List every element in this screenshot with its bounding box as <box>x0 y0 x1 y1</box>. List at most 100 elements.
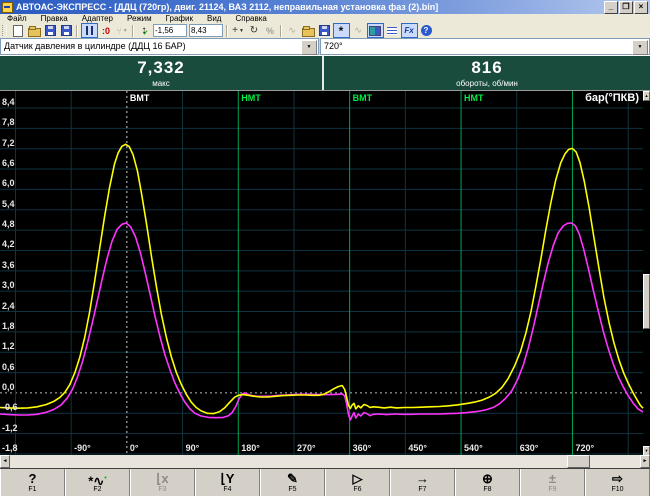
function-key-bar: ?F1*∿•F2⌊xF3⌊YF4✎F5▷F6→F7⊕F8±F9⇨F10 <box>0 468 650 496</box>
fkey-label: F7 <box>418 486 426 494</box>
y-tick-label: 4,2 <box>2 239 15 249</box>
chevron-down-icon[interactable]: ▼ <box>632 40 648 55</box>
save-file-button[interactable] <box>43 24 58 37</box>
save-graph-button[interactable] <box>317 24 332 37</box>
x-tick-label: 270° <box>297 443 316 453</box>
scroll-left-icon[interactable]: ◄ <box>0 455 10 468</box>
chart-horizontal-scrollbar[interactable]: ◄ ► <box>0 455 650 468</box>
percent-button[interactable]: % <box>263 24 278 37</box>
zero-icon: :0 <box>102 26 110 36</box>
f-probe-icon: ✎ <box>287 471 298 486</box>
vscroll-thumb[interactable] <box>643 274 650 329</box>
y-tick-label: 5,4 <box>2 199 15 209</box>
fkey-label: F8 <box>483 486 491 494</box>
y-tick-label: 8,4 <box>2 97 15 107</box>
scroll-up-icon[interactable]: ▲ <box>643 91 650 101</box>
menu-item-режим[interactable]: Режим <box>120 14 159 23</box>
fkey-shift-button[interactable]: →F7 <box>390 469 455 496</box>
toolbar-separator <box>132 25 134 37</box>
compare-button[interactable]: ∿ <box>351 24 366 37</box>
range-select-value: 720° <box>324 41 343 51</box>
curve-tools-button[interactable]: ∿ <box>285 24 300 37</box>
y-min-input[interactable] <box>153 24 187 37</box>
x-tick-label: -90° <box>74 443 91 453</box>
fkey-signal-button[interactable]: *∿•F2 <box>65 469 130 496</box>
save-as-button[interactable] <box>59 24 74 37</box>
fkey-exit-button[interactable]: ⇨F10 <box>585 469 650 496</box>
open-file-button[interactable] <box>27 24 42 37</box>
cursor-button[interactable]: +▼ <box>231 24 246 37</box>
minimize-button[interactable]: _ <box>604 1 618 14</box>
help-icon: ? <box>421 25 432 36</box>
open-graph-button[interactable] <box>301 24 316 37</box>
range-select[interactable]: 720° ▼ <box>320 38 650 55</box>
readout-rpm-value: 816 <box>324 58 650 78</box>
app-icon <box>2 2 13 13</box>
toolbar-separator <box>76 25 78 37</box>
curves-icon: ∿ <box>354 25 362 36</box>
menu-item-вид[interactable]: Вид <box>200 14 228 23</box>
marker-button[interactable]: * <box>333 23 350 38</box>
y-tick-label: 3,0 <box>2 280 15 290</box>
y-tick-label: -1,2 <box>2 423 18 433</box>
x-tick-label: 720° <box>575 443 594 453</box>
menu-item-адаптер[interactable]: Адаптер <box>75 14 120 23</box>
lines-view-button[interactable] <box>385 24 400 37</box>
chevron-down-icon[interactable]: ▼ <box>239 28 244 34</box>
title-bar: АВТОАС-ЭКСПРЕСС - [ДДЦ (720гр), двиг. 21… <box>0 0 650 14</box>
hscroll-thumb[interactable] <box>567 455 590 468</box>
new-file-button[interactable] <box>11 24 26 37</box>
reset-zero-button[interactable]: :0 <box>99 24 114 37</box>
pause-button[interactable] <box>81 23 98 38</box>
fkey-x-scale-button[interactable]: ⌊xF3 <box>130 469 195 496</box>
restore-button[interactable]: ❐ <box>619 1 633 14</box>
marker-label-180: НМТ <box>241 93 261 103</box>
help-button[interactable]: ? <box>419 24 434 37</box>
chevron-down-icon[interactable]: ▼ <box>301 40 317 55</box>
x-tick-label: 360° <box>353 443 372 453</box>
save-icon <box>61 25 72 36</box>
f-arrow-icon: → <box>416 471 429 486</box>
grid-icon <box>369 26 381 36</box>
menu-bar: ФайлПравкаАдаптерРежимГрафикВидСправка <box>0 14 650 23</box>
formula-button[interactable]: Fx <box>401 23 418 38</box>
fkey-label: F2 <box>93 486 101 494</box>
cylinder-pressure-current-curve <box>0 144 643 413</box>
menu-item-правка[interactable]: Правка <box>34 14 75 23</box>
grid-view-button[interactable] <box>367 23 384 38</box>
toolbar-separator <box>280 25 282 37</box>
menu-item-график[interactable]: График <box>159 14 200 23</box>
close-button[interactable]: × <box>634 1 648 14</box>
f-plusminus-icon: ± <box>549 471 556 486</box>
fkey-help-button[interactable]: ?F1 <box>0 469 65 496</box>
chart-vertical-scrollbar[interactable]: ▲ ▼ <box>643 91 650 456</box>
toolbar-grip[interactable] <box>2 25 7 36</box>
menu-item-файл[interactable]: Файл <box>0 14 34 23</box>
fkey-plus-minus-button[interactable]: ±F9 <box>520 469 585 496</box>
fkey-y-scale-button[interactable]: ⌊YF4 <box>195 469 260 496</box>
readout-rpm-label: обороты, об/мин <box>324 79 650 88</box>
chevron-down-icon[interactable]: ▼ <box>123 28 128 34</box>
y-tick-label: 3,6 <box>2 260 15 270</box>
curves-icon: ∿ <box>288 25 296 36</box>
fkey-probe-button[interactable]: ✎F5 <box>260 469 325 496</box>
menu-item-справка[interactable]: Справка <box>228 14 273 23</box>
y-tick-label: 4,8 <box>2 219 15 229</box>
scroll-right-icon[interactable]: ► <box>640 455 650 468</box>
y-tick-label: 6,0 <box>2 178 15 188</box>
y-tick-label: 0,6 <box>2 362 15 372</box>
signal-select[interactable]: Датчик давления в цилиндре (ДДЦ 16 БАР) … <box>0 38 319 55</box>
y-autoscale-button[interactable]: ↕✓ <box>137 24 152 37</box>
fkey-target-button[interactable]: ⊕F8 <box>455 469 520 496</box>
adapter-mode-button[interactable]: ⑂▼ <box>115 24 130 37</box>
y-max-input[interactable] <box>189 24 223 37</box>
refresh-button[interactable]: ↻ <box>247 24 262 37</box>
signal-select-value: Датчик давления в цилиндре (ДДЦ 16 БАР) <box>4 41 186 51</box>
y-tick-label: -0,6 <box>2 402 18 412</box>
branch-icon: ⑂ <box>116 26 121 36</box>
open-icon <box>28 28 41 37</box>
y-tick-label: 7,2 <box>2 138 15 148</box>
fkey-play-button[interactable]: ▷F6 <box>325 469 390 496</box>
asterisk-icon: * <box>339 28 344 34</box>
f-exit-icon: ⇨ <box>612 471 623 486</box>
